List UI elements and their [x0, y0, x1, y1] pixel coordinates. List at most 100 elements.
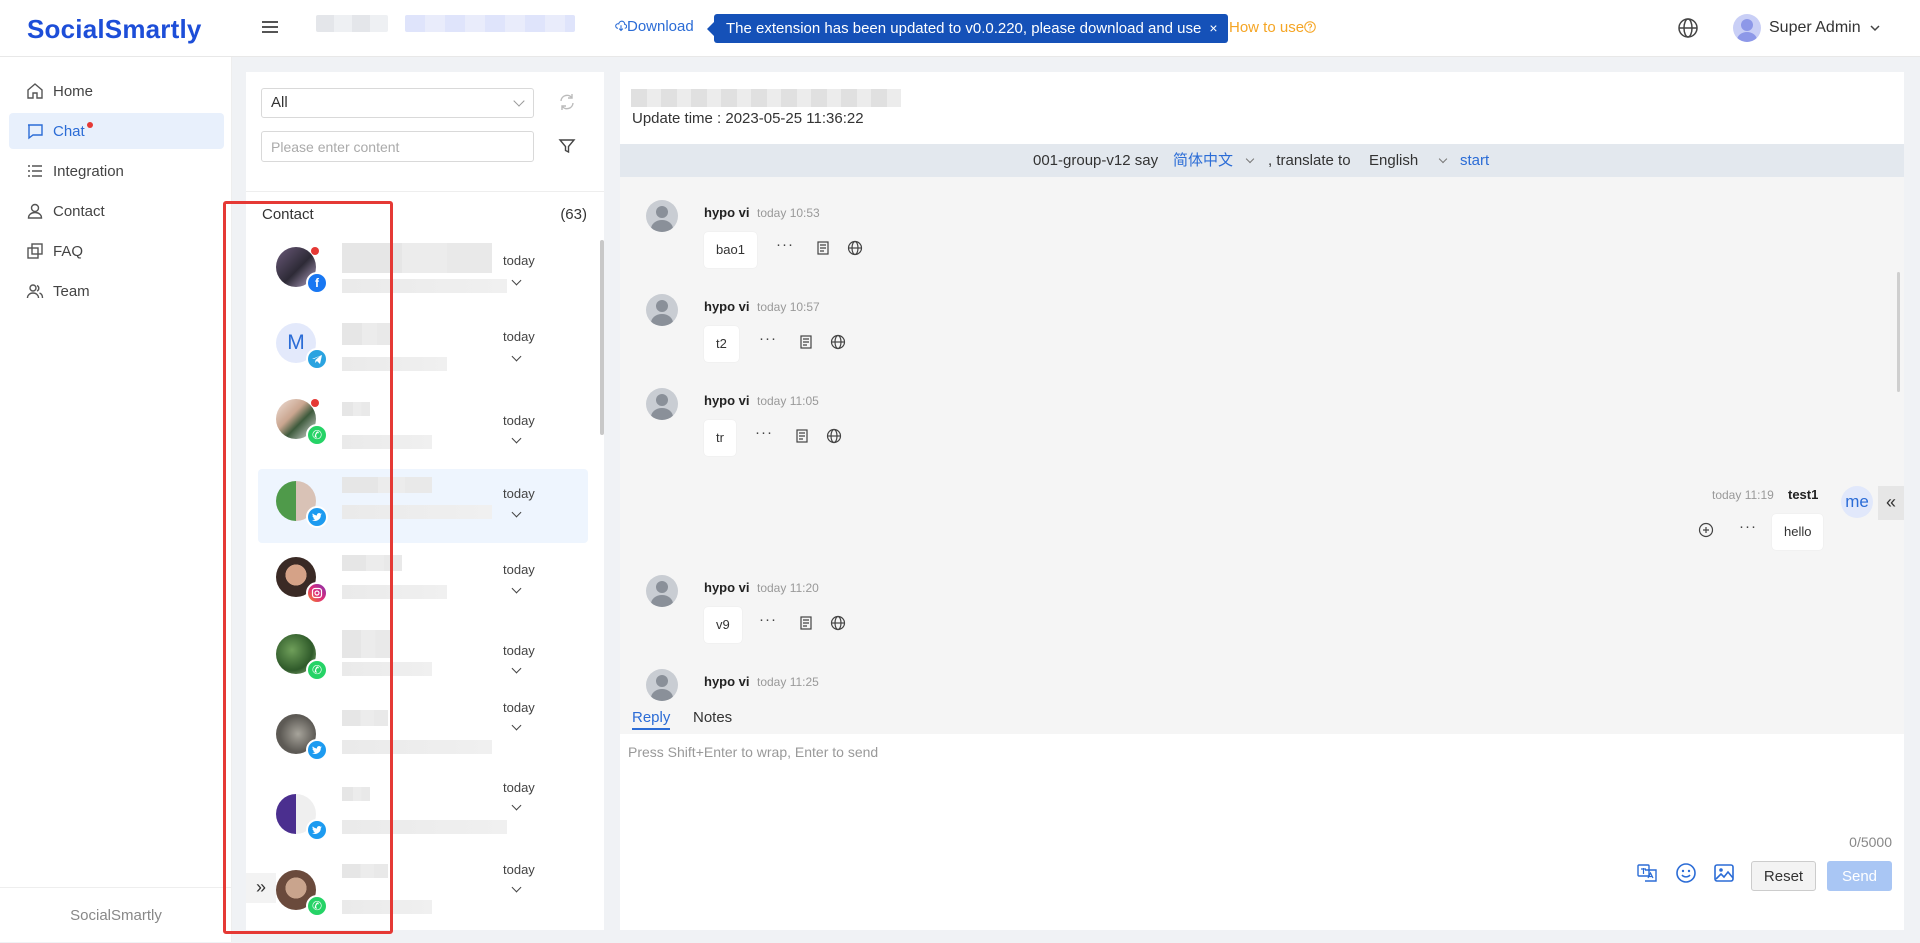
user-icon: [27, 203, 43, 219]
add-circle-icon[interactable]: [1698, 522, 1714, 538]
avatar[interactable]: [646, 575, 678, 607]
translate-globe-icon[interactable]: [826, 428, 842, 444]
translate-globe-icon[interactable]: [847, 240, 863, 256]
contact-row[interactable]: ✆ today: [258, 858, 588, 932]
avatar[interactable]: [646, 200, 678, 232]
document-icon[interactable]: [798, 334, 814, 350]
how-to-use-link[interactable]: How to use: [1229, 19, 1316, 36]
chevron-down-icon[interactable]: [511, 507, 522, 518]
language-globe-icon[interactable]: [1677, 17, 1699, 39]
contact-time: today: [503, 413, 535, 428]
avatar[interactable]: [646, 294, 678, 326]
message-sender: hypo vi: [704, 299, 750, 314]
more-options-icon[interactable]: ···: [776, 236, 794, 253]
sidebar-item-label: Contact: [53, 202, 105, 220]
translate-bar: 001-group-v12 say 简体中文 , translate to En…: [620, 144, 1904, 177]
message-bubble: bao1: [704, 232, 757, 268]
blurred-last-message: [342, 279, 507, 293]
document-icon[interactable]: [794, 428, 810, 444]
chat-panel: Update time : 2023-05-25 11:36:22 001-gr…: [620, 72, 1904, 930]
instagram-camera-icon: [311, 587, 323, 599]
composer: 0/5000 Reset Send: [620, 734, 1904, 930]
blurred-last-message: [342, 505, 492, 519]
start-translate-button[interactable]: start: [1460, 144, 1489, 177]
platform-filter-select[interactable]: All: [261, 88, 534, 118]
notice-close-icon[interactable]: ×: [1209, 20, 1217, 36]
sidebar-item-chat[interactable]: Chat: [9, 113, 224, 149]
avatar[interactable]: [646, 388, 678, 420]
contact-row[interactable]: f today: [258, 235, 588, 309]
contact-row-selected[interactable]: today: [258, 469, 588, 543]
chevron-down-icon[interactable]: [511, 583, 522, 594]
message-bubble: v9: [704, 607, 742, 643]
document-icon[interactable]: [798, 615, 814, 631]
composer-tabs: Reply Notes: [620, 709, 1904, 734]
message-input[interactable]: [620, 734, 1904, 834]
chevron-down-icon[interactable]: [511, 433, 522, 444]
search-input[interactable]: [261, 131, 534, 162]
message-sender: hypo vi: [704, 580, 750, 595]
target-language-select[interactable]: English: [1369, 144, 1448, 177]
chevron-down-icon[interactable]: [511, 882, 522, 893]
chat-scrollbar[interactable]: [1897, 272, 1900, 392]
more-options-icon[interactable]: ···: [1739, 518, 1757, 535]
contact-row[interactable]: M today: [258, 311, 588, 385]
contact-time: today: [503, 486, 535, 501]
chevron-down-icon[interactable]: [511, 720, 522, 731]
sidebar-item-faq[interactable]: FAQ: [9, 233, 224, 269]
sidebar-item-label: FAQ: [53, 242, 84, 260]
user-menu[interactable]: Super Admin: [1733, 14, 1881, 42]
whatsapp-icon: ✆: [306, 659, 328, 681]
message-time: today 10:53: [757, 206, 820, 220]
top-header: SocialSmartly Download The extension has…: [0, 0, 1920, 57]
blurred-last-message: [342, 740, 492, 754]
sidebar-item-integration[interactable]: Integration: [9, 153, 224, 189]
me-avatar[interactable]: me: [1841, 486, 1873, 518]
blurred-last-message: [342, 435, 432, 449]
sidebar-item-contact[interactable]: Contact: [9, 193, 224, 229]
chevron-down-icon[interactable]: [511, 351, 522, 362]
document-icon[interactable]: [815, 240, 831, 256]
sidebar-item-home[interactable]: Home: [9, 73, 224, 109]
more-options-icon[interactable]: ···: [759, 611, 777, 628]
sidebar-item-label: Integration: [53, 162, 124, 180]
contact-row[interactable]: ✆ today: [258, 387, 588, 461]
image-icon[interactable]: [1713, 862, 1735, 884]
menu-toggle-icon[interactable]: [262, 18, 282, 38]
select-value: All: [271, 94, 288, 111]
translate-icon[interactable]: [1636, 862, 1658, 884]
download-link[interactable]: Download: [615, 18, 694, 35]
expand-sidebar-button[interactable]: »: [246, 873, 276, 903]
avatar[interactable]: [646, 669, 678, 701]
send-button[interactable]: Send: [1827, 861, 1892, 891]
emoji-icon[interactable]: [1675, 862, 1697, 884]
contact-list-scrollbar[interactable]: [600, 240, 604, 435]
refresh-icon[interactable]: [557, 92, 577, 112]
tab-reply[interactable]: Reply: [632, 709, 671, 730]
blurred-contact-name: [342, 402, 370, 416]
collapse-panel-button[interactable]: «: [1878, 486, 1904, 520]
question-circle-icon: [1304, 21, 1316, 33]
more-options-icon[interactable]: ···: [755, 424, 773, 441]
blurred-contact-name: [342, 323, 392, 345]
reset-button[interactable]: Reset: [1751, 861, 1816, 891]
translate-globe-icon[interactable]: [830, 334, 846, 350]
app-logo[interactable]: SocialSmartly: [27, 14, 202, 45]
chevron-down-icon[interactable]: [511, 800, 522, 811]
sidebar-item-team[interactable]: Team: [9, 273, 224, 309]
chevron-down-icon: [1245, 154, 1255, 164]
tab-notes[interactable]: Notes: [693, 709, 732, 728]
sidebar: Home Chat Integration Contact FAQ Team S…: [0, 57, 232, 942]
translate-globe-icon[interactable]: [830, 615, 846, 631]
contact-row[interactable]: today: [258, 545, 588, 619]
contact-row[interactable]: today: [258, 700, 588, 776]
blurred-last-message: [342, 585, 447, 599]
chevron-down-icon[interactable]: [511, 663, 522, 674]
more-options-icon[interactable]: ···: [759, 330, 777, 347]
chevron-down-icon[interactable]: [511, 275, 522, 286]
source-language: 简体中文: [1173, 152, 1234, 169]
contact-row[interactable]: ✆ today: [258, 622, 588, 696]
source-language-select[interactable]: 简体中文: [1173, 144, 1255, 177]
contact-row[interactable]: today: [258, 780, 588, 856]
filter-icon[interactable]: [557, 136, 577, 156]
